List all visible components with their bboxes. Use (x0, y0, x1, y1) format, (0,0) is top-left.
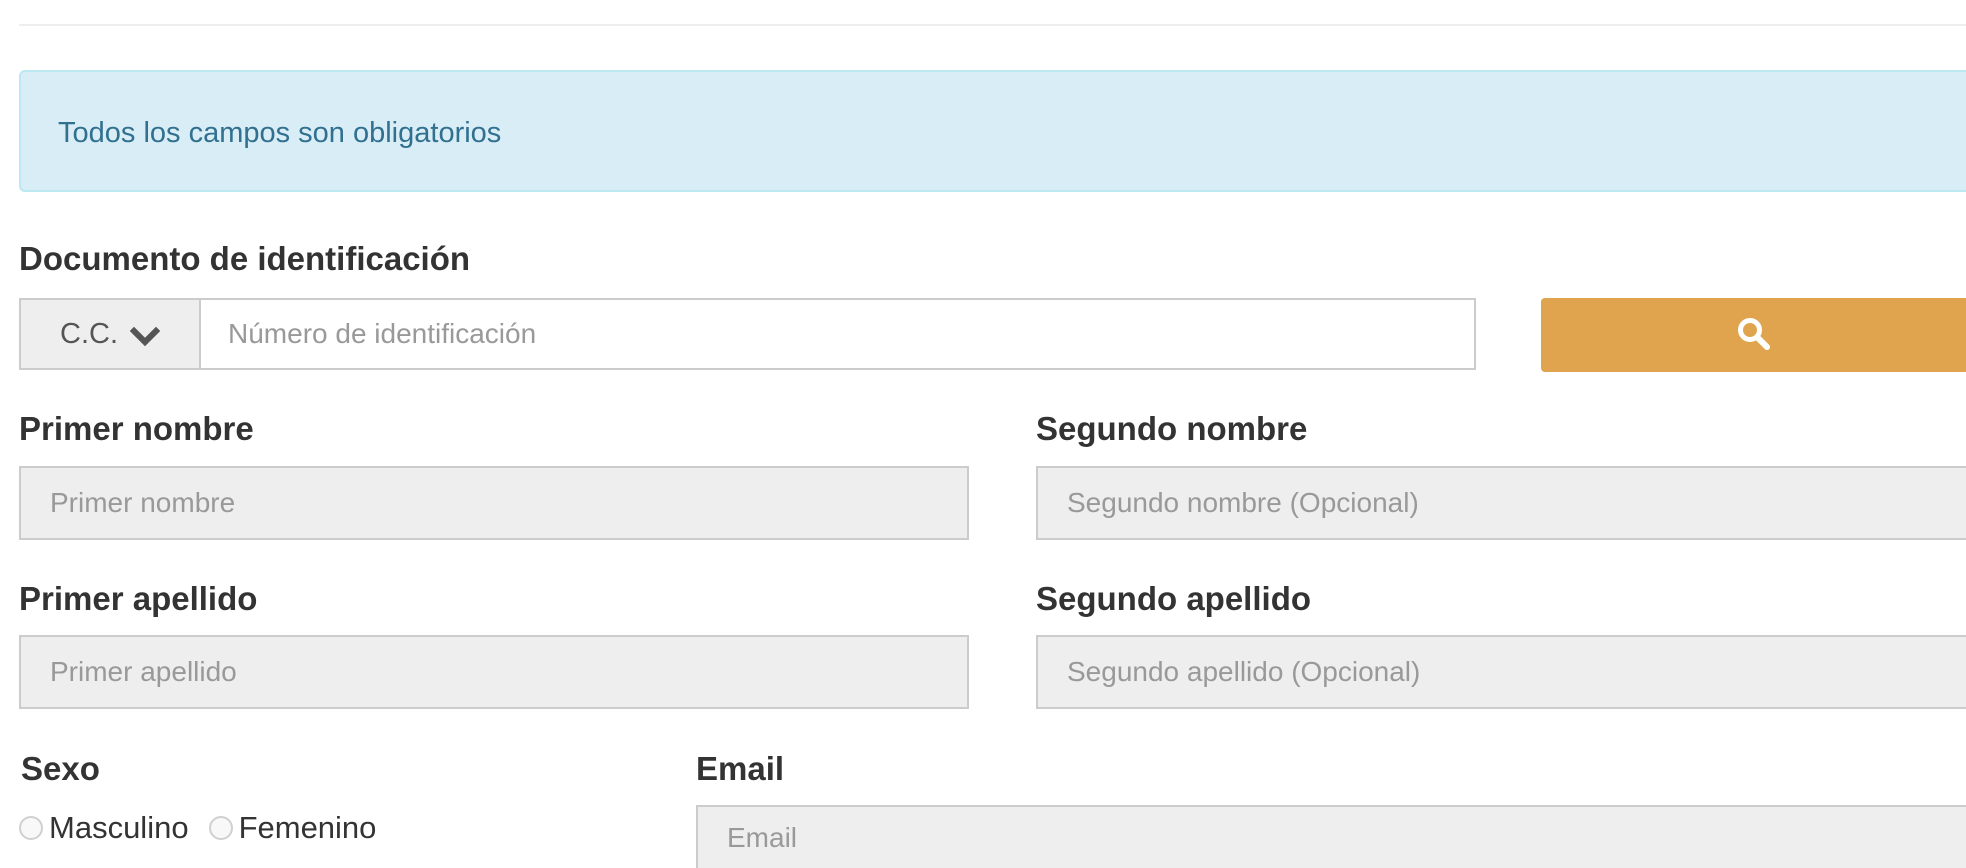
search-icon (1737, 317, 1771, 354)
first-name-input[interactable] (19, 466, 969, 540)
required-fields-alert: Todos los campos son obligatorios (19, 70, 1966, 192)
sex-radio-femenino[interactable] (208, 816, 233, 840)
second-name-input[interactable] (1036, 466, 1966, 540)
first-name-label: Primer nombre (19, 410, 254, 447)
email-label: Email (696, 750, 785, 787)
divider (19, 24, 1966, 26)
document-label: Documento de identificación (19, 240, 471, 277)
chevron-down-icon (129, 323, 161, 347)
sex-radio-masculino[interactable] (19, 816, 43, 840)
second-surname-label: Segundo apellido (1036, 580, 1312, 617)
second-name-label: Segundo nombre (1036, 410, 1308, 447)
first-surname-label: Primer apellido (19, 580, 258, 617)
registration-form: Todos los campos son obligatorios Docume… (0, 0, 1966, 868)
document-input-group: C.C. (19, 298, 1476, 370)
first-surname-input[interactable] (19, 635, 969, 709)
second-surname-input[interactable] (1036, 635, 1966, 709)
sex-option-label[interactable]: Masculino (49, 810, 189, 846)
sex-radio-group: Masculino Femenino (19, 808, 396, 848)
sex-option-label[interactable]: Femenino (239, 810, 377, 846)
alert-text: Todos los campos son obligatorios (58, 117, 502, 149)
document-type-select[interactable]: C.C. (19, 298, 201, 370)
sex-label: Sexo (21, 750, 100, 787)
document-number-input[interactable] (201, 298, 1476, 370)
search-button[interactable] (1541, 298, 1966, 372)
document-type-value: C.C. (60, 317, 118, 350)
email-input[interactable] (696, 805, 1966, 868)
